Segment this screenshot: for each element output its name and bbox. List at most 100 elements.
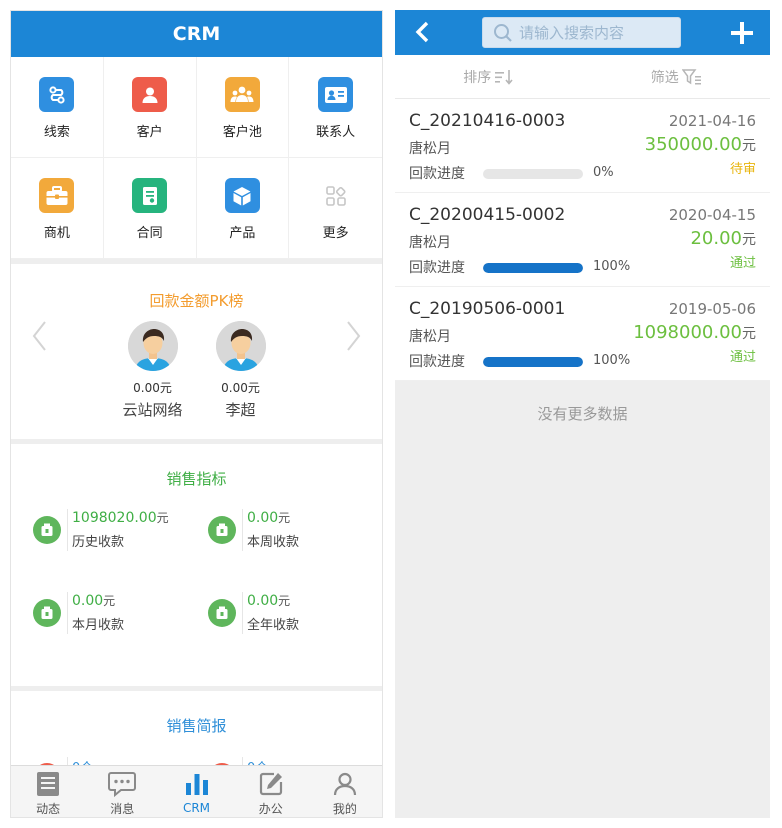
- module-label: 客户池: [222, 125, 262, 140]
- module-products[interactable]: 产品: [196, 158, 290, 259]
- pk-name: 云站网络: [122, 401, 183, 419]
- customer-icon: [132, 77, 168, 112]
- briefcase-icon: [39, 178, 75, 213]
- app-header: CRM: [11, 11, 382, 57]
- search-input[interactable]: [519, 23, 679, 42]
- module-label: 产品: [229, 226, 256, 241]
- message-icon: [108, 770, 137, 797]
- money-bag-icon: [208, 516, 236, 544]
- contract-owner: 唐松月: [409, 235, 451, 251]
- add-button[interactable]: [728, 19, 756, 47]
- sales-metrics-title: 销售指标: [166, 470, 227, 488]
- module-label: 联系人: [316, 125, 356, 140]
- pk-person: 0.00元 云站网络: [123, 321, 183, 420]
- sort-icon: [495, 69, 513, 85]
- back-button[interactable]: [409, 19, 435, 45]
- metric-month: 0.00元 本月收款: [33, 592, 124, 634]
- chevron-right-icon[interactable]: [346, 320, 362, 356]
- plus-icon: [731, 22, 753, 44]
- tab-label: 动态: [36, 802, 61, 816]
- status-badge: 通过: [729, 256, 756, 271]
- contract-date: 2021-04-16: [668, 112, 756, 130]
- tab-label: 我的: [332, 802, 357, 816]
- edit-icon: [257, 770, 285, 797]
- tab-me[interactable]: 我的: [308, 766, 382, 817]
- module-label: 更多: [322, 226, 349, 241]
- progress-percent: 100%: [593, 353, 631, 368]
- status-badge: 通过: [729, 350, 756, 365]
- module-more[interactable]: 更多: [289, 158, 382, 259]
- more-grid-icon: [318, 178, 353, 213]
- avatar: [215, 321, 266, 371]
- page-title: CRM: [172, 23, 221, 45]
- tab-feed[interactable]: 动态: [11, 766, 85, 817]
- contract-list: C_20210416-0003 2021-04-16 唐松月 350000.00…: [395, 99, 770, 381]
- module-label: 线索: [43, 125, 70, 140]
- progress-bar: [483, 357, 583, 367]
- contract-number: C_20200415-0002: [409, 205, 566, 225]
- contract-amount: 20.00: [690, 228, 742, 249]
- contract-date: 2020-04-15: [668, 206, 756, 224]
- module-customer-pool[interactable]: 客户池: [196, 57, 290, 158]
- contract-amount: 1098000.00: [633, 322, 742, 343]
- module-contracts[interactable]: 合同: [103, 158, 197, 259]
- contract-item[interactable]: C_20200415-0002 2020-04-15 唐松月 20.00元 回款…: [395, 193, 770, 287]
- filter-button[interactable]: 筛选: [583, 55, 771, 98]
- progress-label: 回款进度: [409, 260, 465, 276]
- no-more-data: 没有更多数据: [537, 405, 628, 423]
- module-contacts[interactable]: 联系人: [289, 57, 382, 158]
- tab-crm[interactable]: CRM: [159, 766, 233, 817]
- pk-amount: 0.00元: [221, 381, 260, 395]
- avatar: [127, 321, 178, 371]
- amount-unit: 元: [742, 138, 756, 154]
- sales-metrics: 销售指标 1098020.00元 历史收款 0.00元 本周收款 0.00元 本…: [11, 444, 382, 686]
- contract-item[interactable]: C_20210416-0003 2021-04-16 唐松月 350000.00…: [395, 99, 770, 193]
- pk-amount: 0.00元: [133, 381, 172, 395]
- list-header: [395, 10, 770, 55]
- metric-history: 1098020.00元 历史收款: [33, 509, 169, 551]
- chevron-left-icon: [415, 21, 429, 43]
- pk-title: 回款金额PK榜: [149, 292, 244, 310]
- metric-label: 历史收款: [72, 535, 125, 550]
- pk-name: 李超: [225, 401, 256, 419]
- module-grid: 线索 客户 客户池 联系人 商机 合同 产品 更多: [11, 57, 382, 259]
- tab-label: 办公: [258, 802, 283, 816]
- bottom-tab-bar: 动态 消息 CRM 办公 我的: [11, 765, 382, 817]
- pk-person: 0.00元 李超: [215, 321, 267, 420]
- contract-amount: 350000.00: [644, 134, 742, 155]
- sort-button[interactable]: 排序: [395, 55, 583, 98]
- progress-percent: 100%: [593, 259, 631, 274]
- tab-label: CRM: [182, 801, 211, 815]
- progress-label: 回款进度: [409, 166, 465, 182]
- metric-value: 1098020.00: [72, 510, 157, 526]
- contract-item[interactable]: C_20190506-0001 2019-05-06 唐松月 1098000.0…: [395, 287, 770, 381]
- feed-icon: [34, 770, 62, 797]
- filter-funnel-icon: [681, 68, 701, 84]
- contract-date: 2019-05-06: [668, 300, 756, 318]
- chevron-left-icon[interactable]: [31, 320, 47, 356]
- contract-icon: [132, 178, 168, 213]
- amount-unit: 元: [742, 326, 756, 342]
- module-leads[interactable]: 线索: [11, 57, 104, 158]
- money-bag-icon: [208, 599, 236, 627]
- metric-value: 0.00: [247, 510, 279, 526]
- progress-label: 回款进度: [409, 354, 465, 370]
- progress-percent: 0%: [593, 165, 614, 180]
- module-label: 客户: [136, 125, 163, 140]
- progress-bar: [483, 263, 583, 273]
- module-opportunities[interactable]: 商机: [11, 158, 104, 259]
- status-badge: 待审: [729, 162, 756, 177]
- metric-label: 本周收款: [247, 535, 300, 550]
- module-label: 商机: [43, 226, 70, 241]
- metric-value: 0.00: [72, 593, 104, 609]
- tab-office[interactable]: 办公: [234, 766, 308, 817]
- module-label: 合同: [136, 226, 163, 241]
- contract-number: C_20210416-0003: [409, 111, 566, 131]
- contract-number: C_20190506-0001: [409, 299, 566, 319]
- user-icon: [331, 770, 359, 797]
- bar-chart-icon: [183, 770, 211, 798]
- tab-messages[interactable]: 消息: [85, 766, 159, 817]
- module-customers[interactable]: 客户: [103, 57, 197, 158]
- search-box[interactable]: [482, 17, 681, 48]
- crm-home-screen: CRM 线索 客户 客户池 联系人 商机 合同 产品 更多 回款金额PK榜 0.…: [10, 10, 383, 818]
